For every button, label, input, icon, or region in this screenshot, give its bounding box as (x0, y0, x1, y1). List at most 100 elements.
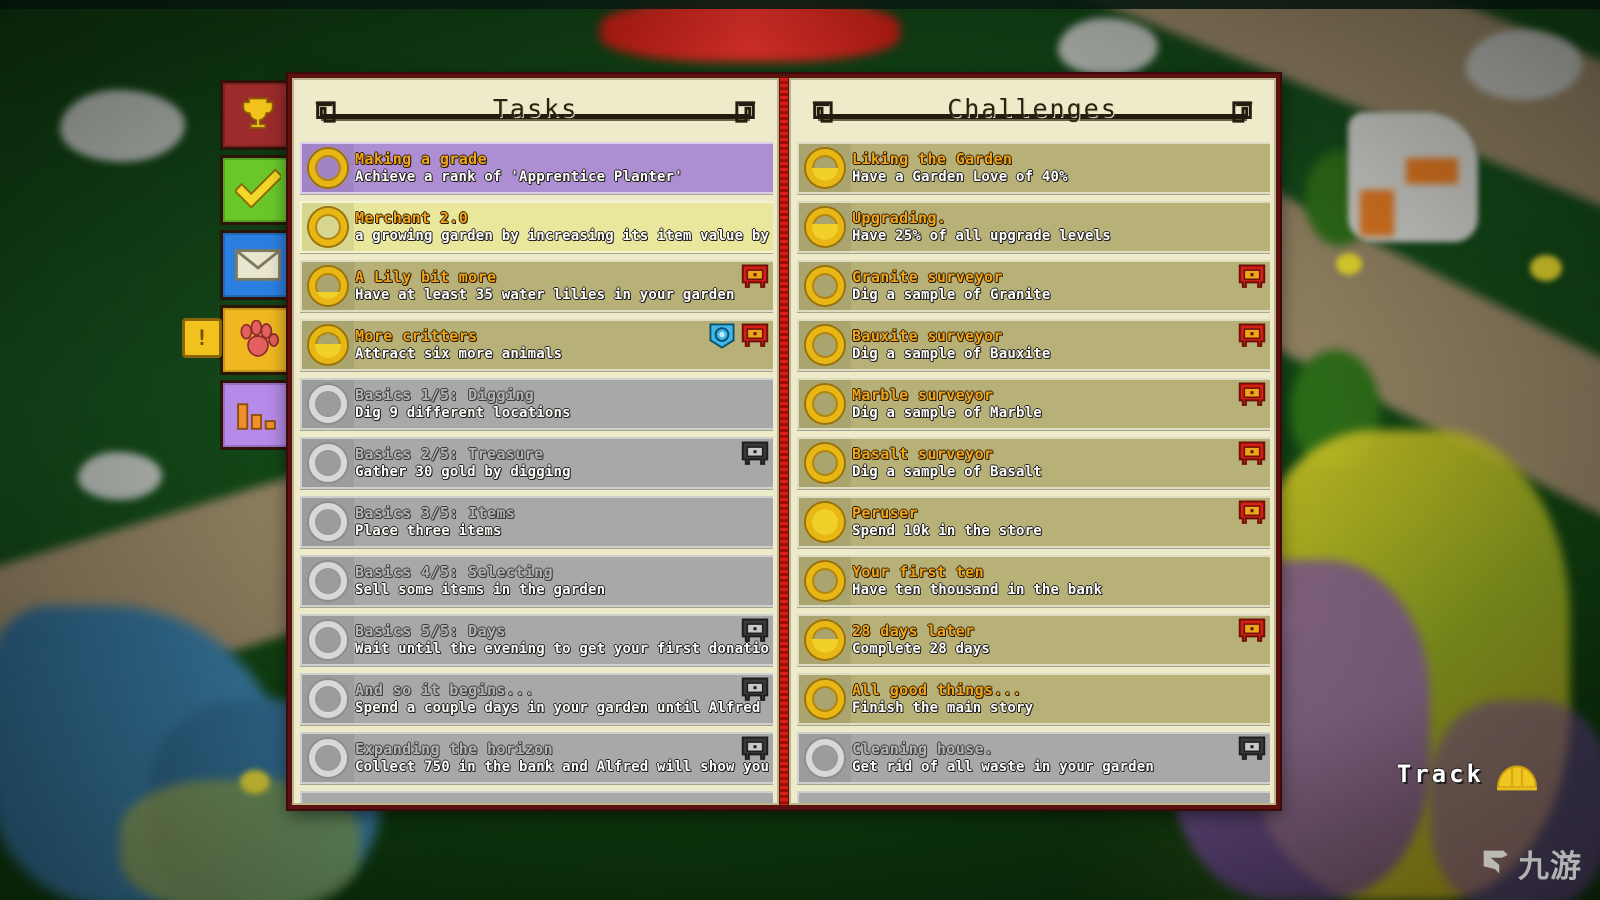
sidebar-item-statistics[interactable] (220, 380, 296, 450)
task-row[interactable]: More critters Attract six more animals (300, 319, 773, 371)
row-text: Expanding the horizon Collect 750 in the … (355, 741, 773, 776)
row-text: Bauxite surveyor Dig a sample of Bauxite (852, 328, 1270, 363)
chest-gray-icon[interactable] (741, 736, 769, 762)
chest-gray-icon[interactable] (1238, 736, 1266, 762)
row-text: And so it begins... Spend a couple days i… (355, 682, 773, 717)
progress-coin-icon (309, 562, 347, 600)
row-reward-badges (1238, 618, 1266, 644)
task-row[interactable]: 28 days later Complete 28 days (797, 614, 1270, 666)
row-description: Have ten thousand in the bank (852, 581, 1103, 598)
tasks-challenges-book: Tasks Making a grade Achieve a rank of 'A… (288, 74, 1280, 809)
chest-red-icon[interactable] (741, 323, 769, 349)
sidebar-item-mail[interactable] (220, 230, 296, 300)
progress-coin-icon (806, 739, 844, 777)
row-reward-badges (1238, 441, 1266, 467)
task-row[interactable]: Basics 2/5: Treasure Gather 30 gold by di… (300, 437, 773, 489)
row-title: Upgrading. (852, 209, 947, 227)
challenges-list[interactable]: Liking the Garden Have a Garden Love of 4… (797, 142, 1270, 803)
row-text: Upgrading. Have 25% of all upgrade levels (852, 210, 1270, 245)
task-row[interactable]: Basics 1/5: Digging Dig 9 different locat… (300, 378, 773, 430)
row-title: Bauxite surveyor (852, 327, 1003, 345)
checkmark-icon (235, 167, 281, 213)
chest-red-icon[interactable] (1238, 382, 1266, 408)
progress-coin-icon (806, 444, 844, 482)
watermark-text: 九游 (1518, 849, 1582, 885)
task-row[interactable]: Peruser Spend 10k in the store (797, 496, 1270, 548)
task-row[interactable]: A Lily bit more Have at least 35 water li… (300, 260, 773, 312)
row-description: Dig 9 different locations (355, 404, 571, 421)
task-row[interactable]: Liking the Garden Have a Garden Love of 4… (797, 142, 1270, 194)
track-button[interactable]: Track (1397, 753, 1540, 795)
sidebar-item-achievements[interactable] (220, 80, 296, 150)
row-text: Basics 2/5: Treasure Gather 30 gold by di… (355, 446, 773, 481)
row-reward-badges (741, 677, 769, 703)
row-title: Basalt surveyor (852, 445, 994, 463)
row-description: Spend 10k in the store (852, 522, 1042, 539)
progress-coin-icon (309, 621, 347, 659)
task-row[interactable]: Basalt surveyor Dig a sample of Basalt (797, 437, 1270, 489)
tasks-list[interactable]: Making a grade Achieve a rank of 'Apprent… (300, 142, 773, 803)
row-title: Basics 4/5: Selecting (355, 563, 554, 581)
book-spine-scrollbar[interactable] (779, 78, 789, 805)
chest-gray-icon[interactable] (741, 441, 769, 467)
chest-red-icon[interactable] (741, 264, 769, 290)
row-text: Liking the Garden Have a Garden Love of 4… (852, 151, 1270, 186)
task-row[interactable]: Cleaning house. Get rid of all waste in y… (797, 732, 1270, 784)
row-description: Complete 28 days (852, 640, 991, 657)
task-row[interactable]: Basics 4/5: Selecting Sell some items in … (300, 555, 773, 607)
row-title: Cleaning house. (852, 740, 994, 758)
bar-chart-icon (235, 396, 281, 434)
row-title: All good things... (852, 681, 1022, 699)
progress-coin-icon (806, 503, 844, 541)
alert-badge[interactable]: ! (182, 318, 222, 358)
chest-red-icon[interactable] (1238, 618, 1266, 644)
task-row[interactable]: Marble surveyor Dig a sample of Marble (797, 378, 1270, 430)
chest-red-icon[interactable] (1238, 500, 1266, 526)
progress-coin-icon (309, 326, 347, 364)
task-row[interactable]: Expanding the horizon Collect 750 in the … (300, 732, 773, 784)
row-description: Have at least 35 water lilies in your ga… (355, 286, 735, 303)
row-reward-badges (1238, 323, 1266, 349)
progress-coin-icon (806, 385, 844, 423)
row-reward-badges (741, 441, 769, 467)
sidebar-item-tasks[interactable] (220, 155, 296, 225)
row-text: Basics 1/5: Digging Dig 9 different locat… (355, 387, 773, 422)
row-description: Have 25% of all upgrade levels (852, 227, 1111, 244)
hardhat-icon (1494, 753, 1540, 795)
chest-gray-icon[interactable] (741, 677, 769, 703)
task-row[interactable]: All good things... Finish the main story (797, 673, 1270, 725)
target-blue-icon[interactable] (709, 323, 737, 349)
row-title: A Lily bit more (355, 268, 497, 286)
left-sidebar (220, 80, 296, 455)
chest-gray-icon[interactable] (741, 618, 769, 644)
task-row[interactable]: Basics 5/5: Days Wait until the evening t… (300, 614, 773, 666)
row-reward-badges (709, 323, 769, 349)
task-row[interactable]: Granite surveyor Dig a sample of Granite (797, 260, 1270, 312)
progress-coin-icon (309, 149, 347, 187)
progress-coin-icon (309, 208, 347, 246)
task-row[interactable]: And so it begins... Spend a couple days i… (300, 673, 773, 725)
envelope-icon (235, 247, 281, 283)
row-title: More critters (355, 327, 478, 345)
row-description: Place three items (355, 522, 502, 539)
row-text: Peruser Spend 10k in the store (852, 505, 1270, 540)
chest-red-icon[interactable] (1238, 264, 1266, 290)
task-row[interactable]: Basics 3/5: Items Place three items (300, 496, 773, 548)
sidebar-item-animals[interactable] (220, 305, 296, 375)
chest-red-icon[interactable] (1238, 323, 1266, 349)
row-text: 28 days later Complete 28 days (852, 623, 1270, 658)
row-title: Your first ten (852, 563, 985, 581)
task-row-partial[interactable] (797, 791, 1270, 803)
task-row[interactable]: Bauxite surveyor Dig a sample of Bauxite (797, 319, 1270, 371)
task-row-partial[interactable] (300, 791, 773, 803)
task-row[interactable]: Your first ten Have ten thousand in the b… (797, 555, 1270, 607)
row-description: Dig a sample of Basalt (852, 463, 1042, 480)
row-title: Basics 1/5: Digging (355, 386, 535, 404)
task-row[interactable]: Making a grade Achieve a rank of 'Apprent… (300, 142, 773, 194)
task-row[interactable]: Merchant 2.0 a growing garden by increasi… (300, 201, 773, 253)
chest-red-icon[interactable] (1238, 441, 1266, 467)
row-description: Collect 750 in the bank and Alfred will … (355, 758, 770, 775)
row-title: Expanding the horizon (355, 740, 554, 758)
task-row[interactable]: Upgrading. Have 25% of all upgrade levels (797, 201, 1270, 253)
tasks-page-header: Tasks (294, 80, 777, 142)
